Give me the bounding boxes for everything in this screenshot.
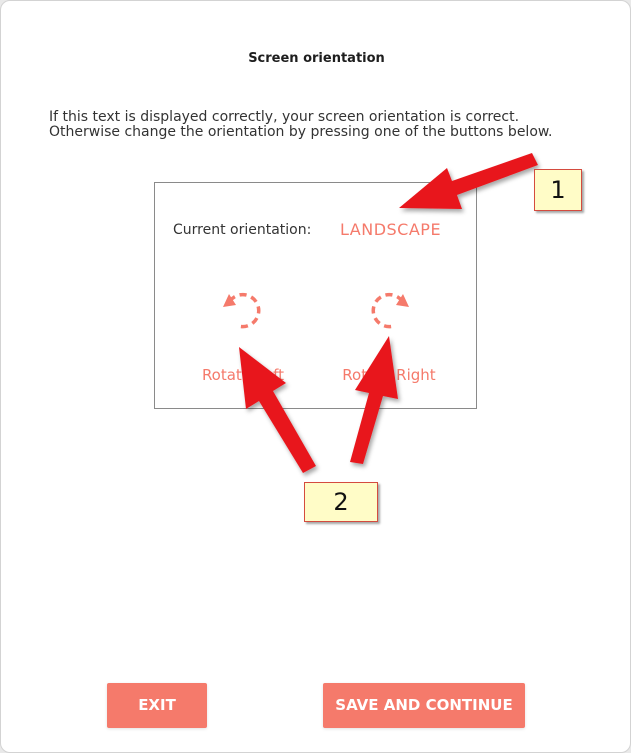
rotate-counterclockwise-icon xyxy=(223,292,261,329)
rotate-left-label: Rotate Left xyxy=(201,366,285,384)
current-orientation-value: LANDSCAPE xyxy=(340,220,442,239)
exit-button[interactable]: EXIT xyxy=(107,683,207,728)
dialog-window: Screen orientation If this text is displ… xyxy=(0,0,631,753)
instructions-line-1: If this text is displayed correctly, you… xyxy=(49,109,520,125)
rotate-right-label: Rotate Right xyxy=(342,366,436,384)
annotation-callout-2: 2 xyxy=(304,482,378,522)
current-orientation-label: Current orientation: xyxy=(173,222,312,238)
rotate-left-button[interactable]: Rotate Left xyxy=(178,284,308,384)
instructions-text: If this text is displayed correctly, you… xyxy=(49,110,609,140)
instructions-line-2: Otherwise change the orientation by pres… xyxy=(49,124,553,140)
rotate-right-button[interactable]: Rotate Right xyxy=(324,284,454,384)
save-and-continue-button[interactable]: SAVE AND CONTINUE xyxy=(323,683,525,728)
annotation-callout-1: 1 xyxy=(534,169,582,211)
dialog-title: Screen orientation xyxy=(248,51,385,66)
rotate-clockwise-icon xyxy=(371,292,409,329)
